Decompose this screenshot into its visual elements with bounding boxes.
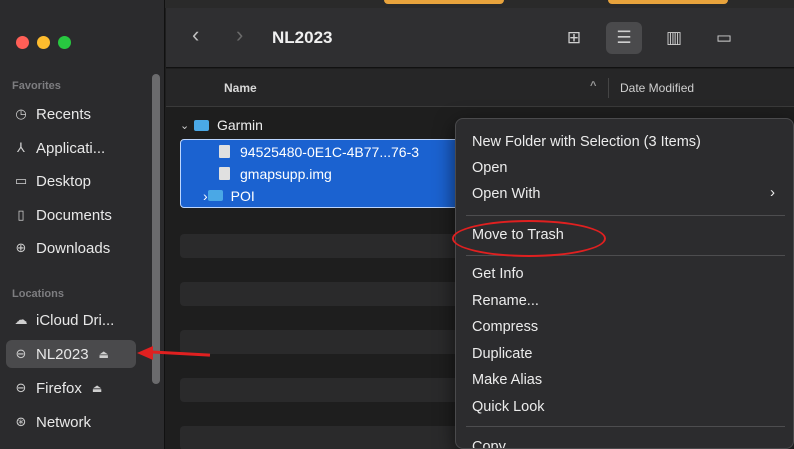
file-name: Garmin — [217, 117, 263, 133]
locations-label: Locations — [12, 288, 64, 300]
background-button — [384, 0, 504, 4]
list-icon: ☰ — [616, 28, 632, 47]
menu-item-duplicate[interactable]: Duplicate — [472, 346, 532, 362]
menu-separator — [466, 426, 785, 427]
sidebar-item-applications[interactable]: ⅄ Applicati... — [6, 134, 136, 162]
submenu-arrow-icon: › — [770, 184, 775, 201]
grid-icon: ⊞ — [566, 28, 582, 47]
desktop-icon: ▭ — [14, 173, 28, 188]
menu-item-quick-look[interactable]: Quick Look — [472, 399, 545, 415]
sidebar-item-label: Desktop — [36, 172, 92, 190]
list-view-button[interactable]: ☰ — [606, 22, 642, 54]
sidebar-item-documents[interactable]: ▯ Documents — [6, 201, 136, 229]
toolbar: ‹ › NL2023 ⊞ ☰ ▥ ▭ — [166, 8, 794, 68]
file-icon — [219, 145, 230, 158]
minimize-button[interactable] — [37, 36, 50, 49]
menu-item-make-alias[interactable]: Make Alias — [472, 372, 542, 388]
sidebar-item-label: Network — [36, 413, 92, 431]
menu-item-copy[interactable]: Copy — [472, 439, 506, 448]
close-button[interactable] — [16, 36, 29, 49]
sidebar-item-label: Applicati... — [36, 139, 106, 157]
column-date-header[interactable]: Date Modified — [620, 81, 694, 95]
sidebar-item-label: Recents — [36, 105, 92, 123]
window-title: NL2023 — [272, 28, 333, 47]
file-name: POI — [230, 187, 255, 204]
sidebar-item-label: Documents — [36, 206, 112, 224]
sidebar-item-label: Downloads — [36, 239, 111, 257]
clock-icon: ◷ — [15, 106, 27, 121]
sidebar-item-nl2023[interactable]: ⊖ NL2023 ⏏ — [6, 340, 136, 368]
window-controls — [16, 36, 71, 49]
file-icon — [219, 167, 230, 180]
cloud-icon: ☁ — [14, 312, 28, 327]
disclosure-closed-icon[interactable]: › — [203, 188, 208, 204]
back-button[interactable]: ‹ — [192, 22, 199, 48]
file-name: 94525480-0E1C-4B77...76-3 — [240, 143, 420, 160]
zoom-button[interactable] — [58, 36, 71, 49]
background-button — [608, 0, 728, 4]
sidebar: Favorites ◷ Recents ⅄ Applicati... ▭ Des… — [0, 0, 165, 449]
columns-icon: ▥ — [665, 28, 683, 47]
menu-item-open[interactable]: Open — [472, 160, 507, 176]
sidebar-item-desktop[interactable]: ▭ Desktop — [6, 167, 136, 195]
document-icon: ▯ — [17, 207, 25, 222]
sort-ascending-icon: ^ — [590, 80, 597, 92]
sidebar-item-icloud-drive[interactable]: ☁ iCloud Dri... — [6, 306, 136, 334]
menu-item-rename[interactable]: Rename... — [472, 293, 539, 309]
sidebar-item-label: iCloud Dri... — [36, 311, 115, 329]
sidebar-item-network[interactable]: ⊛ Network — [6, 408, 136, 436]
icon-view-button[interactable]: ⊞ — [556, 22, 592, 54]
column-view-button[interactable]: ▥ — [656, 22, 692, 54]
sidebar-item-firefox[interactable]: ⊖ Firefox ⏏ — [6, 374, 136, 402]
column-divider[interactable] — [608, 78, 609, 98]
disclosure-open-icon[interactable]: ⌄ — [180, 119, 194, 132]
menu-item-open-with[interactable]: Open With — [472, 186, 541, 202]
menu-separator — [466, 215, 785, 216]
column-name-header[interactable]: Name — [224, 81, 257, 95]
folder-icon — [194, 119, 209, 131]
annotation-circle — [452, 220, 606, 257]
eject-icon[interactable]: ⏏ — [92, 382, 102, 395]
sidebar-item-downloads[interactable]: ⊕ Downloads — [6, 234, 136, 262]
network-icon: ⊛ — [15, 414, 27, 429]
folder-icon — [207, 190, 223, 201]
drive-icon: ⊖ — [15, 380, 27, 395]
sidebar-scrollbar[interactable] — [152, 74, 160, 384]
sidebar-item-label: Firefox — [36, 379, 82, 397]
sidebar-item-label: NL2023 — [36, 345, 89, 363]
menu-item-compress[interactable]: Compress — [472, 319, 538, 335]
menu-item-new-folder-with-selection[interactable]: New Folder with Selection (3 Items) — [472, 134, 701, 150]
applications-icon: ⅄ — [17, 140, 25, 155]
annotation-arrow-head — [137, 346, 153, 360]
drive-icon: ⊖ — [15, 346, 27, 361]
favorites-label: Favorites — [12, 80, 61, 92]
gallery-view-button[interactable]: ▭ — [706, 22, 742, 54]
sidebar-item-recents[interactable]: ◷ Recents — [6, 100, 136, 128]
eject-icon[interactable]: ⏏ — [99, 348, 109, 361]
list-header: Name ^ Date Modified — [166, 69, 794, 107]
forward-button[interactable]: › — [236, 22, 243, 48]
download-icon: ⊕ — [15, 240, 27, 255]
menu-item-get-info[interactable]: Get Info — [472, 266, 524, 282]
context-menu: New Folder with Selection (3 Items) Open… — [455, 118, 794, 449]
gallery-icon: ▭ — [715, 28, 733, 47]
file-name: gmapsupp.img — [240, 165, 332, 182]
